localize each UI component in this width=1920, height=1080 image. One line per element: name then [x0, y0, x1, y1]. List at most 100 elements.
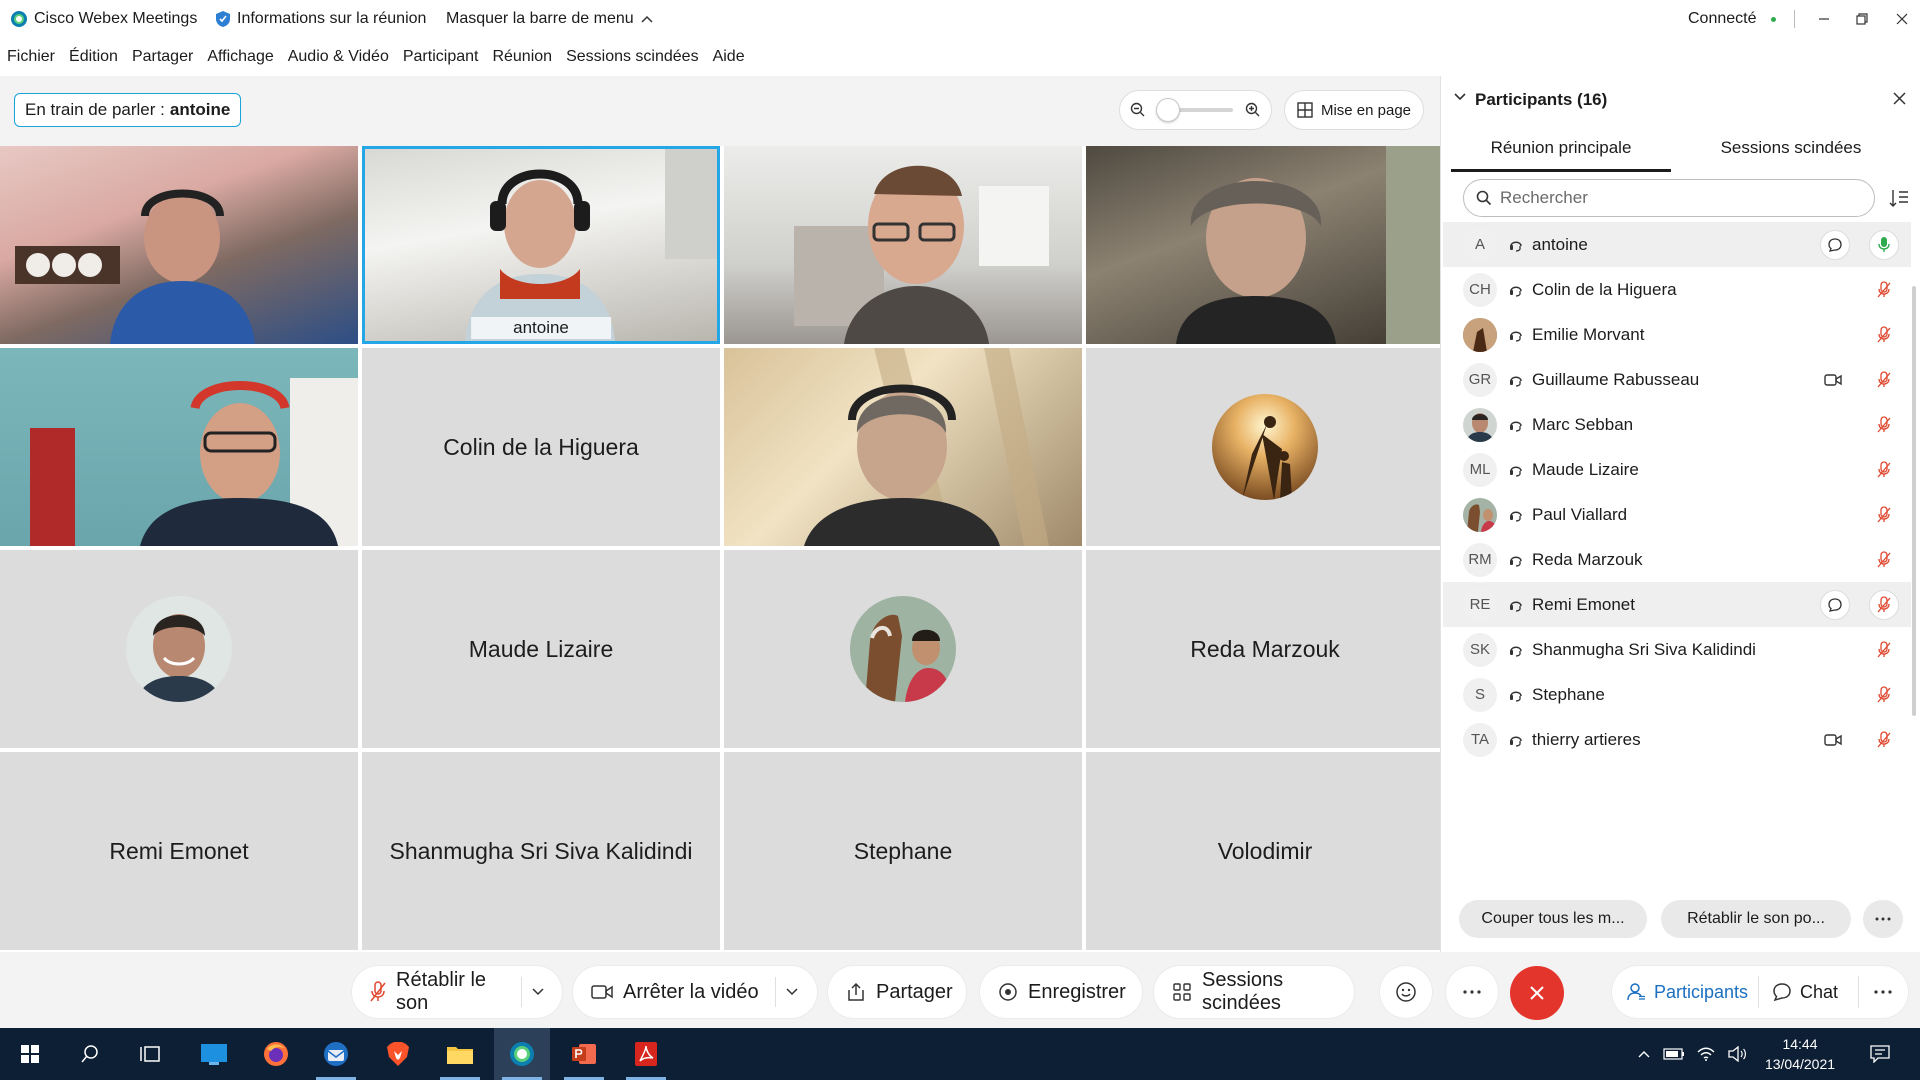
close-window-button[interactable]	[1880, 0, 1920, 38]
chevron-down-icon[interactable]	[532, 988, 544, 996]
video-tile[interactable]	[724, 348, 1082, 546]
participant-row[interactable]: Paul Viallard	[1443, 492, 1911, 537]
restore-button[interactable]	[1840, 0, 1884, 38]
stop-video-button[interactable]: Arrêter la vidéo	[573, 966, 817, 1018]
wifi-icon[interactable]	[1690, 1028, 1722, 1080]
name-tile[interactable]: Remi Emonet	[0, 752, 358, 950]
participants-toggle-button[interactable]: Participants	[1626, 966, 1748, 1018]
microphone-muted-icon[interactable]	[1869, 365, 1899, 395]
task-view-icon[interactable]	[122, 1028, 178, 1080]
microphone-muted-icon[interactable]	[1869, 410, 1899, 440]
volume-icon[interactable]	[1722, 1028, 1752, 1080]
name-tile[interactable]: Stephane	[724, 752, 1082, 950]
microphone-muted-icon[interactable]	[1869, 635, 1899, 665]
brave-browser-icon[interactable]	[370, 1028, 426, 1080]
microphone-muted-icon[interactable]	[1869, 680, 1899, 710]
participant-search-input[interactable]: Rechercher	[1463, 179, 1875, 217]
microphone-muted-icon[interactable]	[1869, 275, 1899, 305]
file-explorer-icon[interactable]	[432, 1028, 488, 1080]
menu-partager[interactable]: Partager	[125, 48, 200, 66]
participant-row[interactable]: RE Remi Emonet	[1443, 582, 1911, 627]
reactions-button[interactable]	[1380, 966, 1432, 1018]
video-tile[interactable]	[0, 146, 358, 344]
participant-row[interactable]: Emilie Morvant	[1443, 312, 1911, 357]
participant-list-scrollbar[interactable]	[1912, 286, 1916, 716]
microphone-muted-icon[interactable]	[1869, 500, 1899, 530]
zoom-out-icon[interactable]	[1130, 102, 1146, 118]
share-button[interactable]: Partager	[828, 966, 966, 1018]
unmute-all-button[interactable]: Rétablir le son po...	[1661, 900, 1851, 938]
windows-start-icon[interactable]	[2, 1028, 58, 1080]
avatar-tile[interactable]	[724, 550, 1082, 748]
notification-center-icon[interactable]	[1850, 1028, 1910, 1080]
video-tile[interactable]	[724, 146, 1082, 344]
layout-button[interactable]: Mise en page	[1284, 90, 1424, 130]
participant-row[interactable]: A antoine	[1443, 222, 1911, 267]
zoom-in-icon[interactable]	[1245, 102, 1261, 118]
zoom-slider-handle[interactable]	[1156, 98, 1180, 122]
participant-row[interactable]: ML Maude Lizaire	[1443, 447, 1911, 492]
collapse-chevron-icon[interactable]	[1453, 92, 1467, 102]
tab-sessions-scindees[interactable]: Sessions scindées	[1671, 128, 1911, 172]
participant-row[interactable]: CH Colin de la Higuera	[1443, 267, 1911, 312]
video-tile[interactable]	[0, 348, 358, 546]
participant-row[interactable]: TA thierry artieres	[1443, 717, 1911, 762]
thunderbird-icon[interactable]	[308, 1028, 364, 1080]
leave-meeting-button[interactable]	[1510, 966, 1564, 1020]
menu-participant[interactable]: Participant	[396, 48, 486, 66]
name-tile[interactable]: Colin de la Higuera	[362, 348, 720, 546]
pdf-reader-icon[interactable]	[618, 1028, 674, 1080]
more-options-button[interactable]	[1863, 900, 1903, 938]
menu-affichage[interactable]: Affichage	[200, 48, 280, 66]
menu-reunion[interactable]: Réunion	[485, 48, 559, 66]
show-hidden-icons-chevron-icon[interactable]	[1630, 1028, 1658, 1080]
name-tile[interactable]: Volodimir	[1086, 752, 1444, 950]
meeting-info-button[interactable]: Informations sur la réunion	[215, 0, 426, 38]
menu-sessions-scindees[interactable]: Sessions scindées	[559, 48, 706, 66]
avatar-tile[interactable]	[0, 550, 358, 748]
participant-row[interactable]: RM Reda Marzouk	[1443, 537, 1911, 582]
close-panel-icon[interactable]	[1893, 92, 1906, 105]
hide-menu-button[interactable]: Masquer la barre de menu	[446, 0, 654, 38]
name-tile[interactable]: Maude Lizaire	[362, 550, 720, 748]
participant-row[interactable]: GR Guillaume Rabusseau	[1443, 357, 1911, 402]
chat-toggle-button[interactable]: Chat	[1772, 966, 1838, 1018]
participant-row[interactable]: Marc Sebban	[1443, 402, 1911, 447]
avatar-tile[interactable]	[1086, 348, 1444, 546]
powerpoint-icon[interactable]	[556, 1028, 612, 1080]
taskbar-clock[interactable]: 14:44 13/04/2021	[1752, 1034, 1848, 1074]
search-icon[interactable]	[62, 1028, 118, 1080]
menu-edition[interactable]: Édition	[62, 48, 125, 66]
menu-audio-video[interactable]: Audio & Vidéo	[281, 48, 396, 66]
name-tile[interactable]: Reda Marzouk	[1086, 550, 1444, 748]
microphone-muted-icon[interactable]	[1869, 455, 1899, 485]
microphone-muted-icon[interactable]	[1869, 725, 1899, 755]
chat-bubble-icon[interactable]	[1820, 229, 1850, 260]
zoom-slider[interactable]	[1156, 98, 1233, 122]
breakout-sessions-button[interactable]: Sessions scindées	[1154, 966, 1354, 1018]
sort-list-icon[interactable]	[1889, 188, 1909, 208]
microphone-muted-icon[interactable]	[1869, 545, 1899, 575]
menu-aide[interactable]: Aide	[706, 48, 752, 66]
video-tile-active-speaker[interactable]: antoine	[362, 146, 720, 344]
more-controls-button[interactable]	[1446, 966, 1498, 1018]
mute-all-button[interactable]: Couper tous les m...	[1459, 900, 1647, 938]
participant-row[interactable]: S Stephane	[1443, 672, 1911, 717]
chevron-down-icon[interactable]	[786, 988, 798, 996]
microphone-muted-icon[interactable]	[1869, 589, 1899, 620]
webex-taskbar-icon[interactable]	[494, 1028, 550, 1080]
name-tile[interactable]: Shanmugha Sri Siva Kalidindi	[362, 752, 720, 950]
menu-fichier[interactable]: Fichier	[0, 48, 62, 66]
chat-bubble-icon[interactable]	[1820, 589, 1850, 620]
tab-reunion-principale[interactable]: Réunion principale	[1451, 128, 1671, 172]
video-tile[interactable]	[1086, 146, 1444, 344]
microphone-muted-icon[interactable]	[1869, 320, 1899, 350]
participant-row[interactable]: SK Shanmugha Sri Siva Kalidindi	[1443, 627, 1911, 672]
monitor-app-icon[interactable]	[186, 1028, 242, 1080]
record-button[interactable]: Enregistrer	[980, 966, 1142, 1018]
microphone-active-icon[interactable]	[1869, 229, 1899, 260]
unmute-button[interactable]: Rétablir le son	[352, 966, 562, 1018]
firefox-icon[interactable]	[248, 1028, 304, 1080]
more-panels-button[interactable]	[1874, 966, 1892, 1018]
battery-icon[interactable]	[1658, 1028, 1690, 1080]
